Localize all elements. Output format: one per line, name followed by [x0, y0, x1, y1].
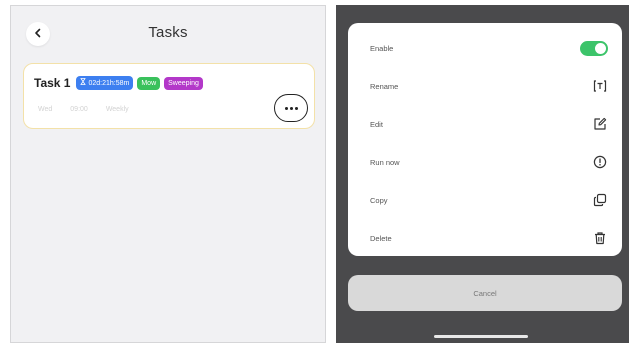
more-dot-icon [284, 106, 288, 110]
cancel-button[interactable]: Cancel [348, 275, 622, 311]
delete-icon [592, 230, 608, 246]
more-dot-icon [289, 106, 293, 110]
task-detail-repeat: Weekly [105, 106, 129, 113]
type-badge: Sweeping [164, 76, 203, 90]
tasks-screen: Tasks Task 1 02d:21h:58m Mow Sweeping We… [10, 5, 326, 343]
delete-row[interactable]: Delete [348, 219, 622, 257]
rename-row[interactable]: Rename [348, 67, 622, 105]
edit-label: Edit [370, 119, 383, 129]
run-now-row[interactable]: Run now [348, 143, 622, 181]
task-card[interactable]: Task 1 02d:21h:58m Mow Sweeping Wed 09:0… [23, 63, 315, 129]
task-detail-day: Wed [38, 106, 53, 113]
enable-toggle[interactable] [580, 40, 608, 56]
home-indicator [434, 335, 528, 338]
hourglass-icon [80, 78, 86, 88]
rename-label: Rename [370, 81, 399, 91]
mode-badge: Mow [137, 76, 161, 90]
copy-icon [592, 192, 608, 208]
more-options-button[interactable] [274, 94, 308, 122]
edit-row[interactable]: Edit [348, 105, 622, 143]
run-now-icon [592, 154, 608, 170]
more-dot-icon [294, 106, 298, 110]
action-sheet-screen: Enable Rename Edit Run now Copy Delete C… [336, 5, 629, 343]
nav-bar: Tasks [11, 6, 325, 56]
enable-label: Enable [370, 43, 394, 53]
task-name: Task 1 [34, 76, 71, 90]
action-sheet: Enable Rename Edit Run now Copy Delete [348, 23, 622, 256]
countdown-label: 02d:21h:58m [88, 79, 130, 87]
cancel-label: Cancel [473, 288, 497, 298]
copy-label: Copy [370, 195, 388, 205]
edit-icon [592, 116, 608, 132]
task-detail-time: 09:00 [70, 106, 88, 113]
copy-row[interactable]: Copy [348, 181, 622, 219]
run-now-label: Run now [370, 157, 400, 167]
page-title: Tasks [148, 24, 188, 41]
task-details: Wed 09:00 Weekly [38, 106, 129, 113]
task-header: Task 1 02d:21h:58m Mow Sweeping [34, 76, 203, 90]
delete-label: Delete [370, 233, 392, 243]
rename-icon [592, 78, 608, 94]
countdown-badge: 02d:21h:58m [76, 76, 134, 90]
enable-row[interactable]: Enable [348, 29, 622, 67]
